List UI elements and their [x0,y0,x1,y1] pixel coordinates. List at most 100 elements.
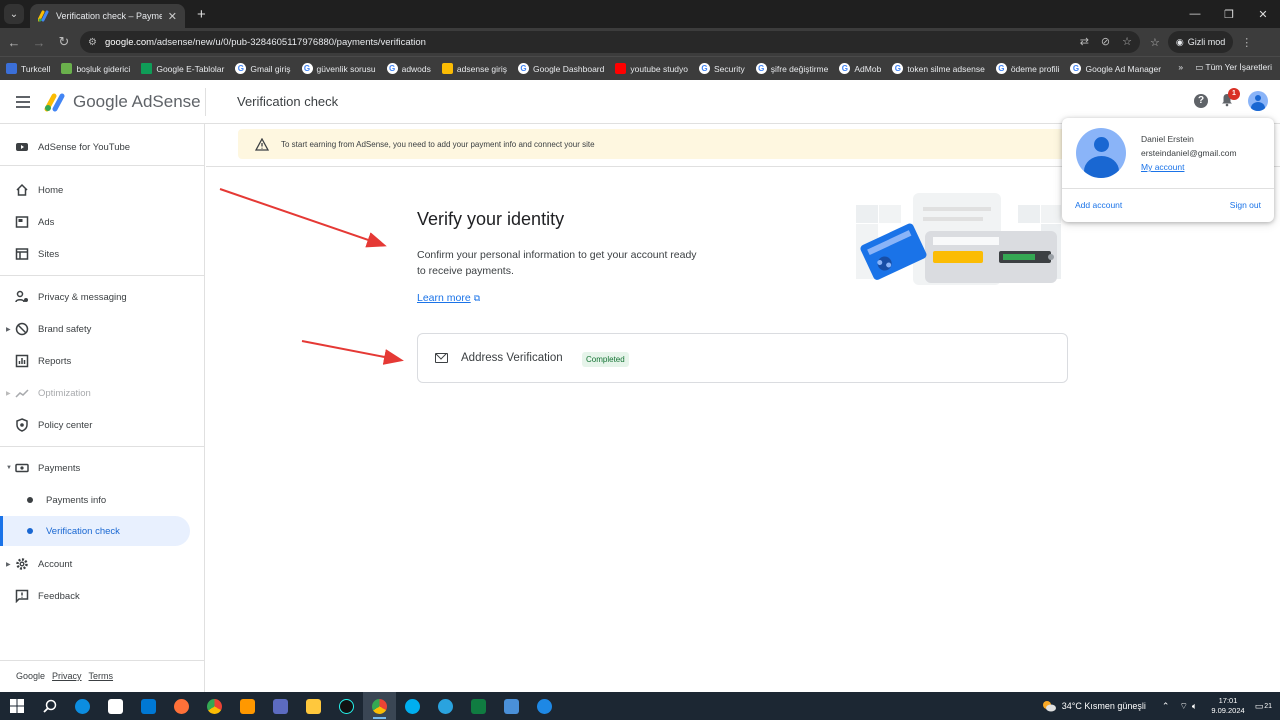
sidebar-item-brand-safety[interactable]: ▶ Brand safety [0,314,190,344]
back-icon[interactable]: ← [3,35,25,50]
sidebar-item-policy-center[interactable]: Policy center [0,410,190,440]
browser-tab[interactable]: Verification check – Payments – ✕ [30,4,185,28]
translate-icon[interactable]: ⇄ [1080,35,1089,48]
site-info-icon[interactable]: ⚙ [88,37,97,48]
close-tab-icon[interactable]: ✕ [168,10,177,23]
notification-center[interactable]: ▭ 21 [1255,701,1272,712]
help-icon[interactable]: ? [1194,94,1208,108]
notifications-button[interactable]: 1 [1220,88,1240,109]
chrome-active-icon[interactable] [363,692,396,720]
chrome-icon[interactable] [198,692,231,720]
file-explorer-icon[interactable] [297,692,330,720]
collapse-caret-icon[interactable]: ▼ [6,465,12,471]
block-icon [15,322,29,336]
search-icon[interactable] [33,692,66,720]
bookmark[interactable]: youtube studyo [615,63,688,74]
my-account-link[interactable]: My account [1141,162,1184,172]
sidebar-item-verification-check[interactable]: Verification check [0,516,190,546]
bookmark[interactable]: Gtoken silme adsense [892,63,985,74]
firefox-icon[interactable] [165,692,198,720]
bookmark[interactable]: adsense giriş [441,63,507,74]
bookmark[interactable]: Gadwods [386,63,431,74]
bookmark[interactable]: G Google Dashboard [518,63,604,74]
excel-icon[interactable] [462,692,495,720]
new-tab-button[interactable]: + [197,6,206,23]
sidebar-item-feedback[interactable]: Feedback [0,581,190,611]
windows-taskbar: 34°C Kısmen güneşli ⌃ ⌔ 🔈︎ 17:01 9.09.20… [0,692,1280,720]
learn-more-link[interactable]: Learn more ⧉ [417,292,480,304]
weather-widget[interactable]: 34°C Kısmen güneşli [1041,700,1146,712]
expand-caret-icon[interactable]: ▶ [6,561,11,568]
edge-icon[interactable] [66,692,99,720]
bookmark[interactable]: G Google Ad Manager [1070,63,1161,74]
bookmark-star-icon[interactable]: ☆ [1122,35,1132,48]
close-window-icon[interactable]: ✕ [1246,8,1280,21]
page-description: Confirm your personal information to get… [417,249,697,277]
sidebar-item-sites[interactable]: Sites [0,239,190,269]
restore-icon[interactable]: ❐ [1212,8,1246,21]
expand-caret-icon[interactable]: ▶ [6,326,11,333]
telegram-icon[interactable] [429,692,462,720]
sites-icon [15,247,29,261]
minimize-icon[interactable]: — [1178,8,1212,20]
sidebar-item-account[interactable]: ▶ Account [0,549,190,579]
sidebar-item-reports[interactable]: Reports [0,346,190,376]
reload-icon[interactable]: ↻ [53,34,75,50]
sidebar-item-privacy-messaging[interactable]: Privacy & messaging [0,282,190,312]
sublime-icon[interactable] [231,692,264,720]
main-menu-icon[interactable] [16,95,30,108]
sidebar-item-payments[interactable]: ▼ Payments [0,453,190,483]
forward-icon[interactable]: → [28,35,50,50]
store-icon[interactable] [99,692,132,720]
bookmark[interactable]: Ggüvenlik sorusu [301,63,376,74]
browser-toolbar: ← → ↻ ⚙ google.com/adsense/new/u/0/pub-3… [0,28,1280,56]
card-title: Address Verification [461,352,563,364]
sidebar-item-adsense-youtube[interactable]: AdSense for YouTube [0,132,190,162]
skype-icon[interactable] [396,692,429,720]
account-avatar-button[interactable] [1248,91,1268,111]
adsense-logo[interactable]: Google AdSense [44,92,201,112]
bookmark[interactable]: Gşifre değiştirme [755,63,828,74]
chevron-up-icon[interactable]: ⌃ [1162,701,1170,712]
bookmark[interactable]: G AdMob [839,63,881,74]
more-bookmarks-icon[interactable]: » [1178,62,1183,73]
mail-app-icon[interactable] [132,692,165,720]
bookmark[interactable]: Gödeme profili [995,63,1059,74]
sidebar-item-home[interactable]: Home [0,175,190,205]
menu-dots-icon[interactable]: ⋮ [1241,36,1252,49]
volume-icon[interactable]: 🔈︎ [1192,701,1197,712]
bookmark[interactable]: G Gmail giriş [235,63,291,74]
bookmark[interactable]: boşluk giderici [61,63,130,74]
sidebar-item-ads[interactable]: Ads [0,207,190,237]
bookmark[interactable]: G Security [699,63,745,74]
wifi-icon[interactable]: ⌔ [1179,701,1187,712]
bookmark[interactable]: Google E-Tablolar [141,63,224,74]
app-icon[interactable] [528,692,561,720]
add-account-button[interactable]: Add account [1075,200,1122,210]
sidebar-item-payments-info[interactable]: Payments info [0,485,190,515]
page-title: Verification check [237,94,339,109]
all-bookmarks[interactable]: ▭ Tüm Yer İşaretleri [1195,62,1272,73]
browser-tab-strip: ⌄ Verification check – Payments – ✕ + — … [0,0,1280,28]
tab-search-button[interactable]: ⌄ [4,4,24,24]
clock[interactable]: 17:01 9.09.2024 [1211,696,1244,716]
remote-desktop-icon[interactable] [495,692,528,720]
app-icon[interactable] [264,692,297,720]
incognito-indicator[interactable]: ◉ Gizli mod [1167,31,1234,53]
adsense-favicon [37,10,50,22]
sign-out-button[interactable]: Sign out [1230,200,1261,210]
eye-off-icon[interactable]: ⊘ [1101,35,1110,48]
expand-caret-icon: ▶ [6,390,11,397]
youtube-icon [15,140,29,154]
warning-banner: To start earning from AdSense, you need … [238,129,1068,159]
terms-link[interactable]: Terms [89,671,114,681]
weather-icon [1041,700,1057,712]
privacy-link[interactable]: Privacy [52,671,82,681]
extensions-icon[interactable]: ☆ [1150,36,1160,49]
start-button[interactable] [0,692,33,720]
address-verification-card[interactable]: Address Verification Completed [417,333,1068,383]
bookmark[interactable]: Turkcell [6,63,50,74]
address-bar[interactable]: ⚙ google.com/adsense/new/u/0/pub-3284605… [80,31,1140,53]
tiktok-icon[interactable] [330,692,363,720]
system-tray: 34°C Kısmen güneşli ⌃ ⌔ 🔈︎ 17:01 9.09.20… [1041,692,1280,720]
